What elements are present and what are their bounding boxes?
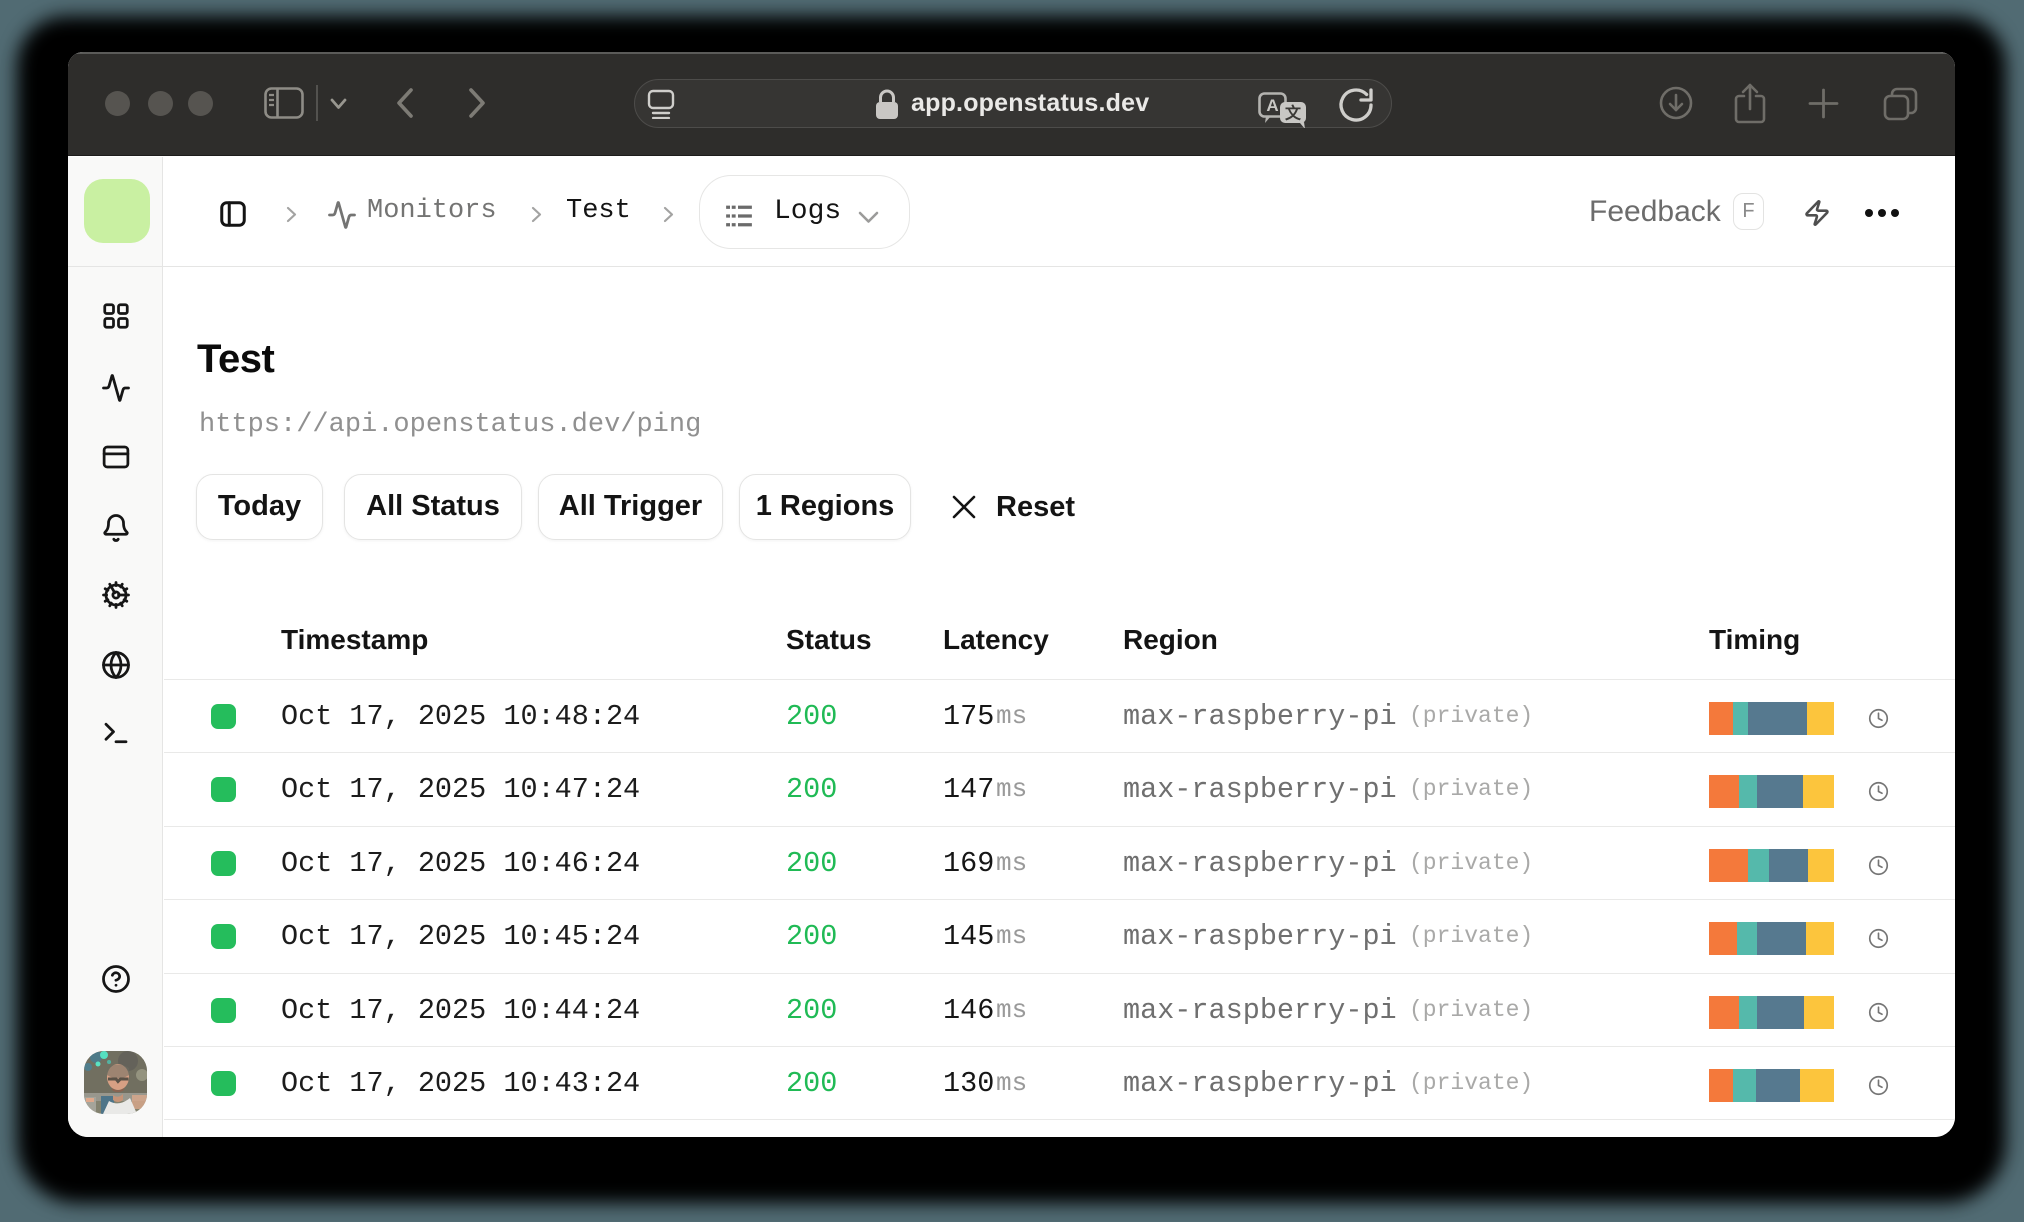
svg-text:文: 文 [1285, 104, 1302, 123]
svg-text:A: A [1266, 96, 1278, 115]
